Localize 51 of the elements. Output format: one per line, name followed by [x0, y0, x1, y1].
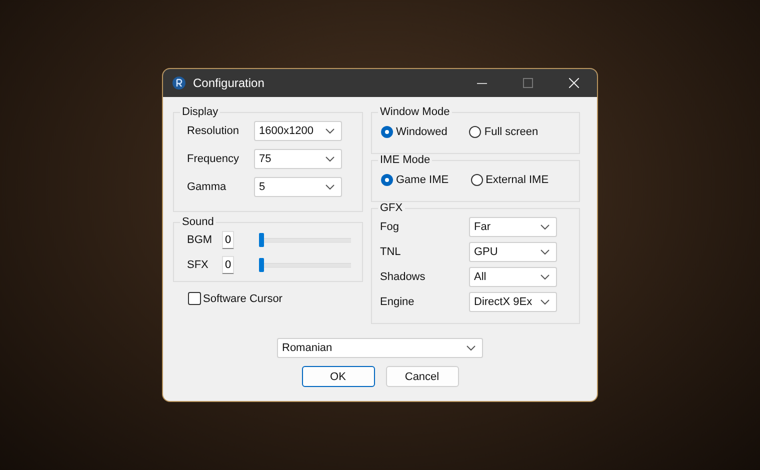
- chevron-icon: [325, 184, 335, 190]
- radio-button[interactable]: [381, 174, 393, 186]
- field-label: Engine: [380, 296, 416, 308]
- group-title: Sound: [181, 216, 215, 228]
- dropdown[interactable]: 5: [254, 176, 342, 196]
- dropdown[interactable]: Far: [469, 216, 557, 236]
- dropdown[interactable]: Romanian: [277, 338, 483, 358]
- dropdown[interactable]: 1600x1200: [254, 120, 342, 140]
- radio-label: External IME: [486, 174, 549, 186]
- dropdown[interactable]: GPU: [469, 242, 557, 262]
- chevron-icon: [540, 248, 550, 254]
- radio-label: Game IME: [396, 174, 449, 186]
- window-title: Configuration: [193, 76, 264, 90]
- field-label: Frequency: [187, 152, 240, 164]
- field-label: TNL: [380, 246, 402, 258]
- field-label: Fog: [380, 220, 400, 232]
- close-icon[interactable]: [569, 78, 579, 88]
- dialog-button[interactable]: Cancel: [386, 366, 458, 387]
- radio-label: Windowed: [396, 126, 448, 138]
- slider-thumb[interactable]: [259, 258, 264, 272]
- chevron-icon: [466, 345, 476, 351]
- group-title: Window Mode: [379, 106, 451, 118]
- chevron-icon: [325, 128, 335, 134]
- channel-label: BGM: [187, 234, 214, 246]
- slider-thumb[interactable]: [259, 232, 264, 246]
- field-label: Gamma: [187, 180, 228, 192]
- maximize-icon[interactable]: [523, 78, 533, 88]
- field-label: Resolution: [187, 124, 240, 136]
- app-logo-icon: [172, 76, 186, 90]
- group-title: GFX: [379, 202, 404, 214]
- chevron-icon: [325, 156, 335, 162]
- dropdown[interactable]: DirectX 9Ex: [469, 292, 557, 312]
- value-field[interactable]: 0: [222, 230, 234, 248]
- radio-label: Full screen: [484, 126, 538, 138]
- dialog-button[interactable]: OK: [302, 366, 374, 387]
- dropdown[interactable]: 75: [254, 148, 342, 168]
- checkbox-label: Software Cursor: [203, 292, 282, 304]
- value-field[interactable]: 0: [222, 256, 234, 274]
- radio-button[interactable]: [469, 126, 482, 138]
- radio-button[interactable]: [381, 126, 393, 138]
- group-title: IME Mode: [379, 154, 432, 166]
- channel-label: SFX: [187, 258, 210, 270]
- group-title: Display: [181, 106, 220, 118]
- dropdown[interactable]: All: [469, 266, 557, 286]
- field-label: Shadows: [380, 270, 426, 282]
- chevron-icon: [540, 298, 550, 304]
- checkbox[interactable]: [188, 292, 201, 305]
- radio-button[interactable]: [470, 174, 483, 186]
- chevron-icon: [540, 224, 550, 230]
- minimize-icon[interactable]: [477, 82, 487, 84]
- chevron-icon: [540, 274, 550, 280]
